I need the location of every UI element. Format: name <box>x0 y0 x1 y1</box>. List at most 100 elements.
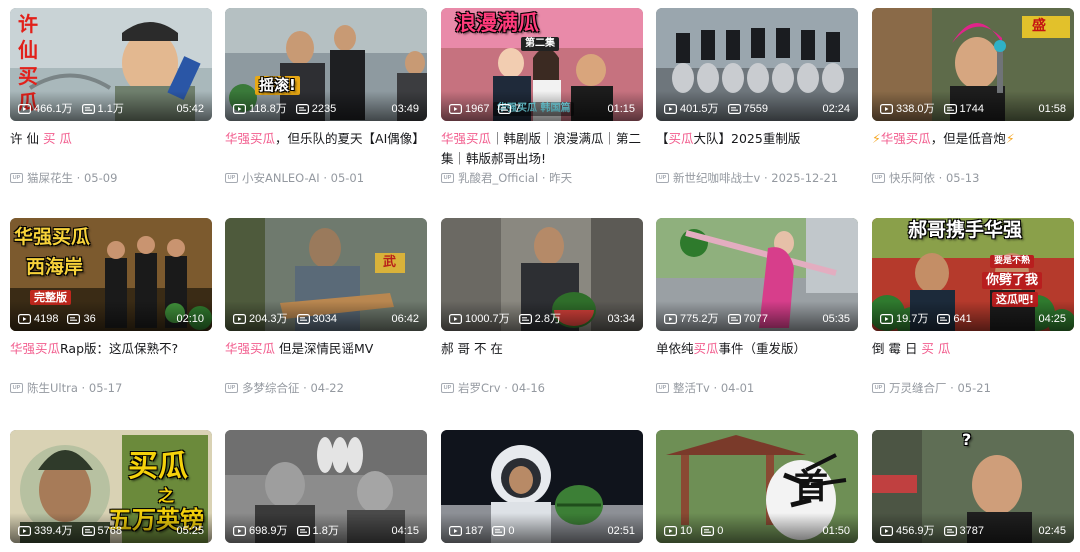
video-meta[interactable]: UP 快乐阿依 · 05-13 <box>872 170 1074 186</box>
play-count: 339.4万 <box>18 523 73 539</box>
play-count-icon <box>880 526 893 536</box>
play-count-value: 204.3万 <box>249 313 288 325</box>
video-thumbnail[interactable]: 首 10 0 01:50 <box>656 430 858 543</box>
video-thumbnail[interactable]: 187 0 02:51 <box>441 430 643 543</box>
uploader-name[interactable]: 小安ANLEO-AI <box>242 170 320 186</box>
title-text: Rap版：这瓜保熟不? <box>60 341 179 356</box>
play-count-icon <box>233 104 246 114</box>
video-card[interactable]: 401.5万 7559 02:24 【买瓜大队】2025重制版 UP 新世纪咖啡… <box>656 8 858 186</box>
video-thumbnail[interactable]: 775.2万 7077 05:35 <box>656 218 858 331</box>
video-card[interactable]: 买瓜之五万英镑 339.4万 5768 05:25 <box>10 430 212 543</box>
video-card[interactable]: 摇滚! 118.8万 2235 03:49 华强买瓜，但乐队的夏天【AI偶像】 … <box>225 8 427 186</box>
uploader-name[interactable]: 多梦综合征 <box>242 380 300 396</box>
video-card[interactable]: 郝哥携手华强 要是不熟 你劈了我 这瓜吧! 19.7万 641 04:25 倒 霉 日… <box>872 218 1074 396</box>
title-text: 大队】2025重制版 <box>693 131 801 146</box>
meta-separator: · <box>709 381 721 395</box>
uploader-badge-icon: UP <box>656 173 669 183</box>
video-title[interactable]: 华强买瓜，但乐队的夏天【AI偶像】 <box>225 129 427 169</box>
video-card[interactable]: 首 10 0 01:50 <box>656 430 858 543</box>
video-title[interactable]: 郝 哥 不 在 <box>441 339 643 379</box>
video-meta[interactable]: UP 陈生Ultra · 05-17 <box>10 380 212 396</box>
video-card[interactable]: 187 0 02:51 <box>441 430 643 543</box>
video-title[interactable]: 单依纯买瓜事件（重发版） <box>656 339 858 379</box>
video-card[interactable]: 华强买瓜 西海岸 完整版 4198 36 02:10 华强买瓜Rap版：这瓜保熟不?… <box>10 218 212 396</box>
meta-separator: · <box>935 171 946 185</box>
video-meta[interactable]: UP 小安ANLEO-AI · 05-01 <box>225 170 427 186</box>
play-count-value: 187 <box>465 525 484 537</box>
danmaku-count-value: 2235 <box>311 103 337 115</box>
play-count-value: 339.4万 <box>34 525 73 537</box>
play-count: 19.7万 <box>880 311 928 327</box>
play-count-icon <box>449 526 462 536</box>
video-title[interactable]: 【买瓜大队】2025重制版 <box>656 129 858 169</box>
play-count: 1000.7万 <box>449 311 510 327</box>
video-thumbnail[interactable]: 1000.7万 2.8万 03:34 <box>441 218 643 331</box>
video-thumbnail[interactable]: 盛 338.0万 1744 01:58 <box>872 8 1074 121</box>
video-title[interactable]: ⚡华强买瓜，但是低音炮⚡ <box>872 129 1074 169</box>
danmaku-count-value: 0 <box>717 525 724 537</box>
video-meta[interactable]: UP 新世纪咖啡战士v · 2025-12-21 <box>656 170 858 186</box>
title-text: 但是深情民谣MV <box>275 341 374 356</box>
video-thumbnail[interactable]: 摇滚! 118.8万 2235 03:49 <box>225 8 427 121</box>
danmaku-count: 1.8万 <box>296 523 339 539</box>
play-count-icon <box>233 526 246 536</box>
uploader-name[interactable]: 新世纪咖啡战士v <box>673 170 760 186</box>
title-text: ，但是低音炮 <box>930 131 1006 146</box>
danmaku-count-icon <box>727 314 741 324</box>
video-duration: 06:42 <box>391 313 419 325</box>
title-text: 郝 哥 不 在 <box>441 341 503 356</box>
video-duration: 05:35 <box>822 313 850 325</box>
video-title[interactable]: 华强买瓜Rap版：这瓜保熟不? <box>10 339 212 379</box>
video-duration: 05:25 <box>176 525 204 537</box>
video-thumbnail[interactable]: 698.9万 1.8万 04:15 <box>225 430 427 543</box>
video-card[interactable]: 盛 338.0万 1744 01:58 ⚡华强买瓜，但是低音炮⚡ UP 快乐阿依… <box>872 8 1074 186</box>
title-text: ⚡ <box>1005 131 1015 146</box>
video-thumbnail[interactable]: 买瓜之五万英镑 339.4万 5768 05:25 <box>10 430 212 543</box>
thumbnail-overlay-text: 第二集 <box>521 37 559 51</box>
video-card[interactable]: 武 204.3万 3034 06:42 华强买瓜 但是深情民谣MV UP 多梦综… <box>225 218 427 396</box>
video-thumbnail[interactable]: 华强买瓜 西海岸 完整版 4198 36 02:10 <box>10 218 212 331</box>
title-highlight: 买 瓜 <box>42 131 72 146</box>
video-title[interactable]: 许 仙 买 瓜 <box>10 129 212 169</box>
video-thumbnail[interactable]: 郝哥携手华强 要是不熟 你劈了我 这瓜吧! 19.7万 641 04:25 <box>872 218 1074 331</box>
uploader-name[interactable]: 猫屎花生 <box>27 170 73 186</box>
play-count: 187 <box>449 523 483 539</box>
video-card[interactable]: 775.2万 7077 05:35 单依纯买瓜事件（重发版） UP 整活Tv ·… <box>656 218 858 396</box>
video-meta[interactable]: UP 岩罗Crv · 04-16 <box>441 380 643 396</box>
video-card[interactable]: 浪漫满瓜第二集华强买瓜 韩国篇 1967 7 01:15 华强买瓜｜韩剧版｜浪漫… <box>441 8 643 186</box>
video-card[interactable]: 1000.7万 2.8万 03:34 郝 哥 不 在 UP 岩罗Crv · 04… <box>441 218 643 396</box>
video-meta[interactable]: UP 万灵缝合厂 · 05-21 <box>872 380 1074 396</box>
video-title[interactable]: 华强买瓜｜韩剧版｜浪漫满瓜｜第二集｜韩版郝哥出场! <box>441 129 643 169</box>
uploader-name[interactable]: 陈生Ultra <box>27 380 78 396</box>
video-stats: 187 0 02:51 <box>449 523 635 539</box>
danmaku-count-value: 0 <box>508 525 515 537</box>
video-thumbnail[interactable]: 武 204.3万 3034 06:42 <box>225 218 427 331</box>
video-meta[interactable]: UP 整活Tv · 04-01 <box>656 380 858 396</box>
video-meta[interactable]: UP 乳酸君_Official · 昨天 <box>441 170 643 186</box>
video-thumbnail[interactable]: 浪漫满瓜第二集华强买瓜 韩国篇 1967 7 01:15 <box>441 8 643 121</box>
video-meta[interactable]: UP 多梦综合征 · 04-22 <box>225 380 427 396</box>
danmaku-count-value: 36 <box>83 313 96 325</box>
thumbnail-overlay-text: 盛 <box>1032 18 1046 34</box>
video-title[interactable]: 倒 霉 日 买 瓜 <box>872 339 1074 379</box>
video-card[interactable]: ? 456.9万 3787 02:45 <box>872 430 1074 543</box>
video-thumbnail[interactable]: ? 456.9万 3787 02:45 <box>872 430 1074 543</box>
video-card[interactable]: 698.9万 1.8万 04:15 <box>225 430 427 543</box>
danmaku-count: 7559 <box>727 101 768 117</box>
video-card[interactable]: 许仙买瓜 466.1万 1.1万 05:42 许 仙 买 瓜 UP 猫屎花生 ·… <box>10 8 212 186</box>
play-count-value: 456.9万 <box>896 525 935 537</box>
video-meta[interactable]: UP 猫屎花生 · 05-09 <box>10 170 212 186</box>
video-stats: 118.8万 2235 03:49 <box>233 101 419 117</box>
danmaku-count-icon <box>943 104 957 114</box>
thumbnail-overlay-text: 你劈了我 <box>982 272 1043 289</box>
uploader-name[interactable]: 快乐阿依 <box>889 170 935 186</box>
uploader-name[interactable]: 整活Tv <box>673 380 710 396</box>
uploader-name[interactable]: 岩罗Crv <box>458 380 501 396</box>
uploader-name[interactable]: 万灵缝合厂 <box>889 380 947 396</box>
video-thumbnail[interactable]: 401.5万 7559 02:24 <box>656 8 858 121</box>
danmaku-count: 0 <box>492 523 514 539</box>
video-title[interactable]: 华强买瓜 但是深情民谣MV <box>225 339 427 379</box>
video-thumbnail[interactable]: 许仙买瓜 466.1万 1.1万 05:42 <box>10 8 212 121</box>
uploader-name[interactable]: 乳酸君_Official <box>458 170 538 186</box>
danmaku-count: 641 <box>937 311 972 327</box>
